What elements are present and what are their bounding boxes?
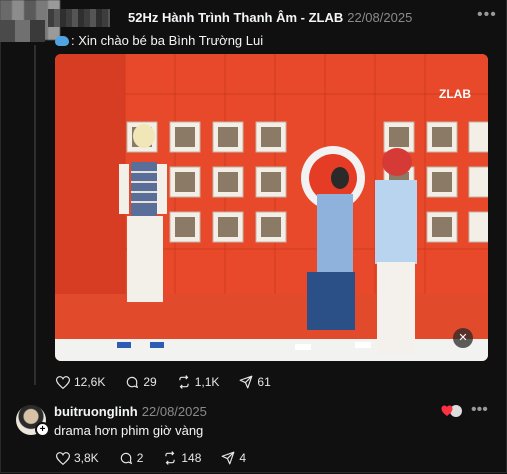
- reply-like-count: 3,8K: [74, 451, 99, 465]
- reply-author[interactable]: buitruonglinh: [54, 404, 138, 419]
- repost-icon: [179, 375, 189, 389]
- thread-connector-line: [34, 45, 36, 385]
- comment-icon: [127, 376, 139, 389]
- comment-count: 29: [143, 375, 157, 389]
- mute-icon[interactable]: ✕: [453, 328, 473, 348]
- reply-repost-button[interactable]: 148: [163, 451, 201, 465]
- post-author[interactable]: 52Hz Hành Trình Thanh Âm - ZLAB: [128, 10, 343, 25]
- reply-like-button[interactable]: 3,8K: [56, 451, 99, 465]
- share-icon: [239, 375, 253, 389]
- reply-date[interactable]: 22/08/2025: [142, 404, 207, 419]
- heart-icon: [56, 451, 70, 465]
- follow-plus-icon[interactable]: +: [35, 422, 50, 437]
- blurred-username: [48, 9, 110, 27]
- repost-count: 1,1K: [194, 375, 220, 389]
- like-count: 12,6K: [74, 375, 106, 389]
- share-icon: [221, 451, 235, 465]
- comment-button[interactable]: 29: [125, 375, 157, 389]
- share-count: 61: [257, 375, 271, 389]
- post-caption: : Xin chào bé ba Bình Trường Lui: [55, 33, 263, 48]
- video-frame: ZLAB: [55, 54, 488, 361]
- video-player[interactable]: ZLAB ✕: [55, 54, 488, 361]
- reply-comment-button[interactable]: 2: [119, 451, 144, 465]
- reply-text: drama hơn phim giờ vàng: [54, 423, 204, 438]
- reply-share-button[interactable]: 4: [221, 451, 246, 465]
- reply-more-icon[interactable]: •••: [471, 401, 488, 419]
- post-date[interactable]: 22/08/2025: [347, 10, 412, 25]
- reply-repost-count: 148: [181, 451, 202, 465]
- heart-icon: [56, 375, 70, 389]
- reply-header: buitruonglinh 22/08/2025: [54, 404, 207, 419]
- share-button[interactable]: 61: [239, 375, 271, 389]
- post-actions: 12,6K 29 1,1K 61: [56, 375, 291, 389]
- blurred-avatar-strip: [0, 20, 45, 42]
- video-logo: ZLAB: [439, 87, 471, 101]
- reply-actions: 3,8K 2 148 4: [56, 451, 266, 465]
- reply-share-count: 4: [239, 451, 247, 465]
- repost-button[interactable]: 1,1K: [177, 375, 220, 389]
- repost-icon: [165, 451, 176, 465]
- like-button[interactable]: 12,6K: [56, 375, 105, 389]
- comment-icon: [120, 452, 132, 465]
- post-header: 52Hz Hành Trình Thanh Âm - ZLAB 22/08/202…: [128, 10, 412, 25]
- liked-by-author-icon: [441, 405, 462, 417]
- reply-comment-count: 2: [136, 451, 144, 465]
- caption-text: : Xin chào bé ba Bình Trường Lui: [71, 33, 264, 48]
- more-icon[interactable]: •••: [477, 6, 497, 24]
- whale-icon: [55, 36, 69, 46]
